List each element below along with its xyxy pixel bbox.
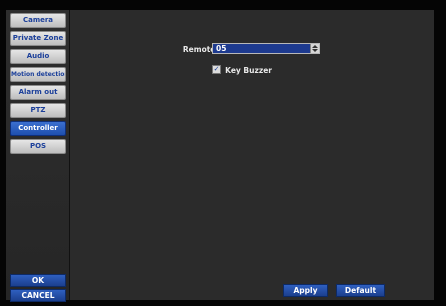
key-buzzer-label: Key Buzzer — [225, 66, 272, 75]
settings-window: Camera Private Zone Audio Motion detecti… — [0, 0, 446, 306]
default-button[interactable]: Default — [336, 284, 385, 297]
checkmark-icon: ✓ — [213, 65, 220, 73]
sidebar-item-motion-detection[interactable]: Motion detection — [10, 67, 66, 82]
apply-button[interactable]: Apply — [283, 284, 328, 297]
sidebar-item-controller[interactable]: Controller — [10, 121, 66, 136]
spinner-up-icon[interactable] — [312, 45, 318, 48]
key-buzzer-checkbox[interactable]: ✓ — [212, 65, 221, 74]
remote-controller-id-field[interactable]: 05 — [212, 43, 320, 54]
sidebar-item-pos[interactable]: POS — [10, 139, 66, 154]
sidebar-menu: Camera Private Zone Audio Motion detecti… — [10, 13, 66, 157]
cancel-button[interactable]: CANCEL — [10, 289, 66, 302]
sidebar-item-audio[interactable]: Audio — [10, 49, 66, 64]
remote-controller-id-value: 05 — [216, 44, 227, 53]
sidebar-item-ptz[interactable]: PTZ — [10, 103, 66, 118]
sidebar-item-private-zone[interactable]: Private Zone — [10, 31, 66, 46]
id-spinner[interactable] — [310, 44, 319, 53]
spinner-down-icon[interactable] — [312, 49, 318, 52]
sidebar: Camera Private Zone Audio Motion detecti… — [6, 10, 70, 302]
ok-button[interactable]: OK — [10, 274, 66, 287]
controller-settings-panel: Remote Controller ID 05 Key Buzzer ✓ App… — [70, 10, 434, 300]
sidebar-item-camera[interactable]: Camera — [10, 13, 66, 28]
sidebar-item-alarm-out[interactable]: Alarm out — [10, 85, 66, 100]
